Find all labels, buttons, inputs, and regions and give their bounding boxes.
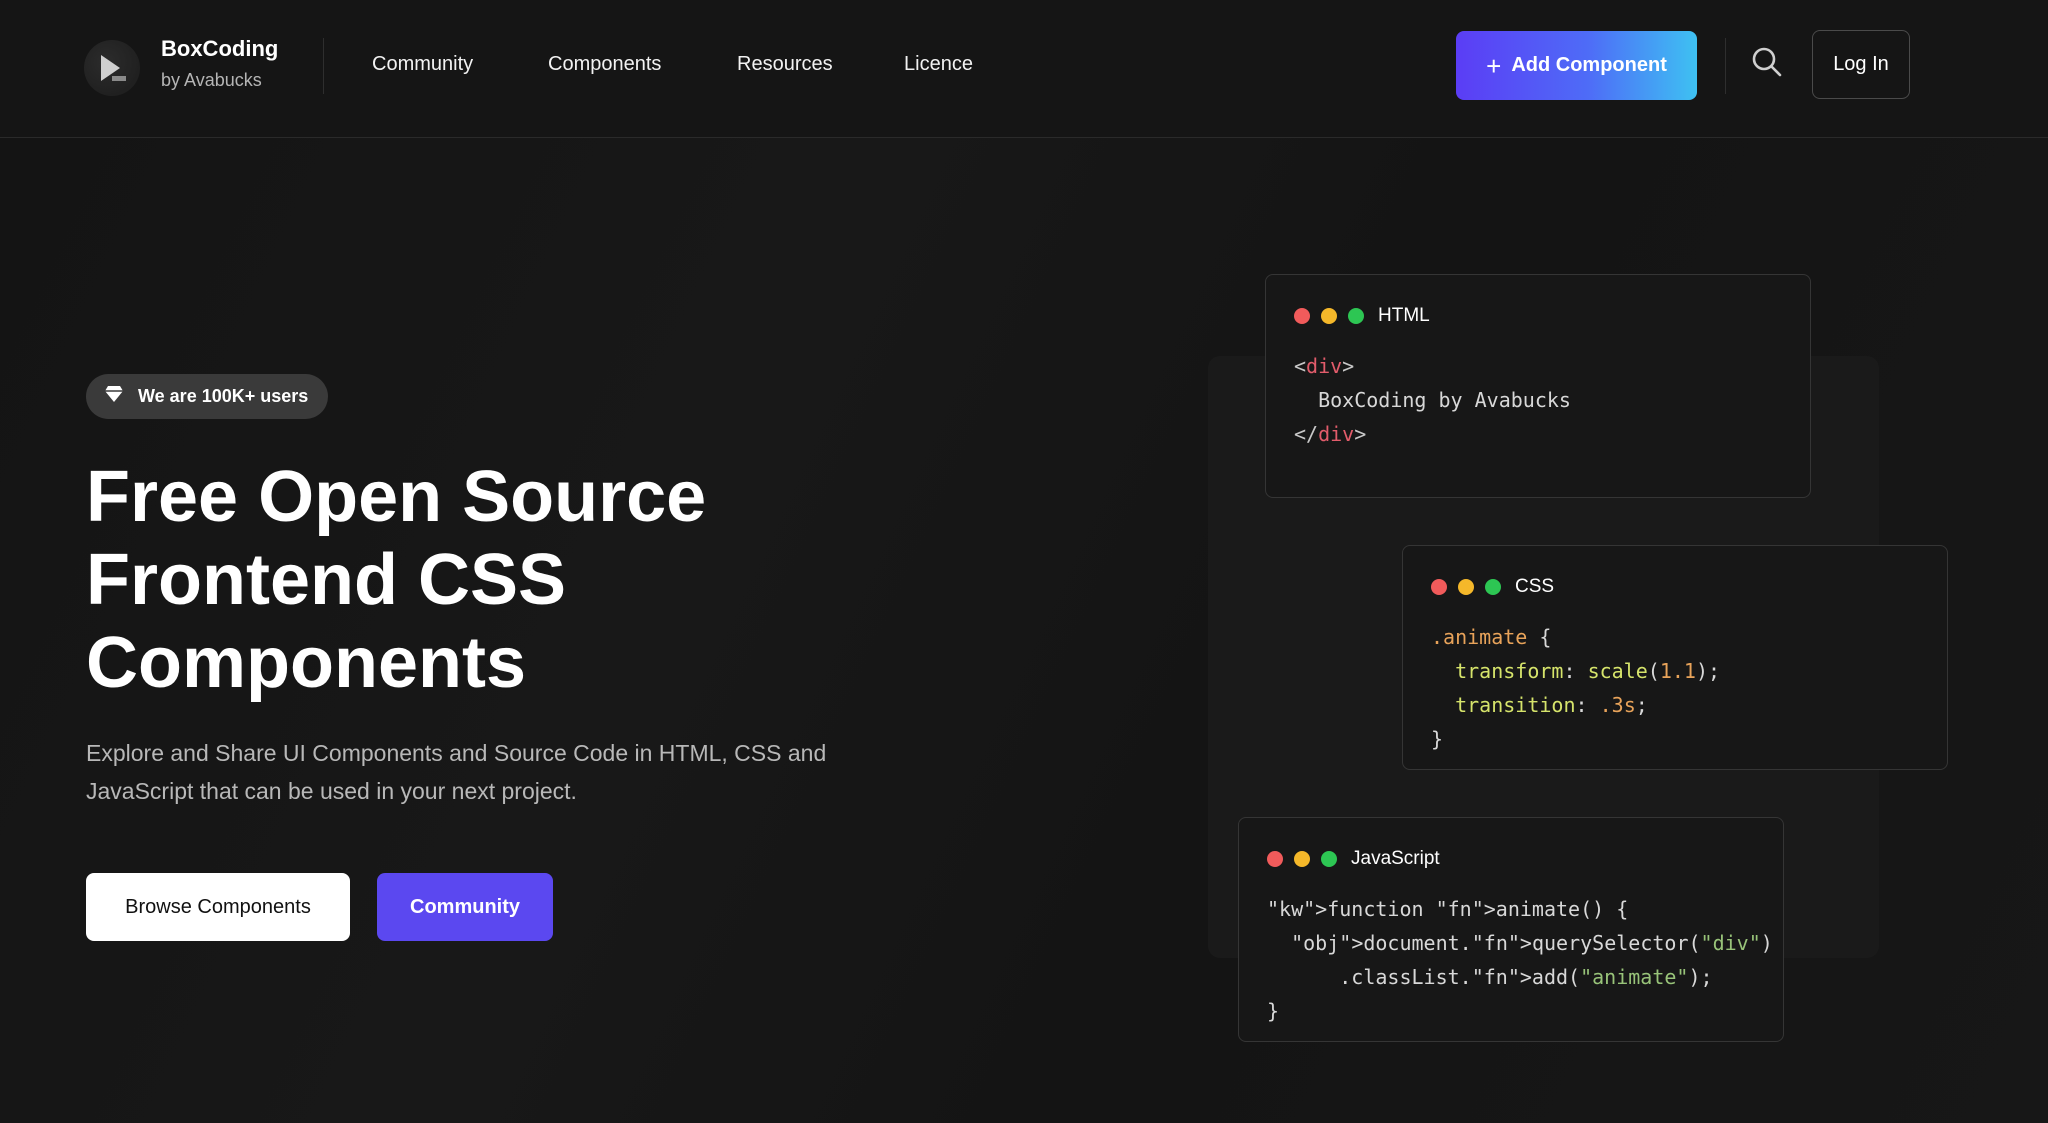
code-line: <div> [1294, 354, 1355, 378]
plus-icon: + [1486, 50, 1502, 81]
logo-icon[interactable] [84, 40, 140, 96]
add-component-button[interactable]: + Add Component [1456, 31, 1697, 100]
code-line: "obj">document."fn">querySelector("div") [1291, 931, 1773, 955]
javascript-code: "kw">function "fn">animate() { "obj">doc… [1267, 892, 1773, 1028]
nav-item-resources[interactable]: Resources [737, 53, 833, 76]
css-code: .animate { transform: scale(1.1); transi… [1431, 620, 1720, 756]
red-dot-icon [1267, 851, 1283, 867]
green-dot-icon [1321, 851, 1337, 867]
hero-title: Free Open Source Frontend CSS Components [86, 456, 846, 705]
code-line: transform: scale(1.1); [1455, 659, 1721, 683]
card-header: JavaScript [1267, 848, 1440, 870]
code-line: "kw">function "fn">animate() { [1267, 897, 1629, 921]
yellow-dot-icon [1294, 851, 1310, 867]
yellow-dot-icon [1458, 579, 1474, 595]
header-divider [323, 38, 324, 94]
hero-title-line-2: Frontend CSS [86, 540, 566, 620]
card-header: CSS [1431, 576, 1554, 598]
browse-components-button[interactable]: Browse Components [86, 873, 350, 941]
hero-title-line-3: Components [86, 623, 526, 703]
add-component-label: Add Component [1511, 54, 1667, 76]
code-line: .classList."fn">add("animate"); [1267, 965, 1713, 989]
red-dot-icon [1294, 308, 1310, 324]
header-divider-right [1725, 38, 1726, 94]
login-button[interactable]: Log In [1812, 30, 1910, 99]
yellow-dot-icon [1321, 308, 1337, 324]
top-header: BoxCoding by Avabucks Community Componen… [0, 0, 2048, 138]
code-line: } [1267, 999, 1280, 1023]
card-title: HTML [1378, 305, 1430, 326]
users-badge: We are 100K+ users [86, 374, 329, 419]
hero-description: Explore and Share UI Components and Sour… [86, 740, 827, 804]
html-code-card: HTML <div> BoxCoding by Avabucks </div> [1265, 274, 1811, 498]
diamond-icon [104, 385, 124, 408]
html-code: <div> BoxCoding by Avabucks </div> [1294, 349, 1571, 451]
nav-item-licence[interactable]: Licence [904, 53, 973, 76]
green-dot-icon [1348, 308, 1364, 324]
card-header: HTML [1294, 305, 1430, 327]
card-title: JavaScript [1351, 848, 1440, 869]
community-button[interactable]: Community [377, 873, 553, 941]
nav-item-components[interactable]: Components [548, 53, 661, 76]
red-dot-icon [1431, 579, 1447, 595]
css-code-card: CSS .animate { transform: scale(1.1); tr… [1402, 545, 1948, 770]
code-line: transition: .3s; [1455, 693, 1648, 717]
code-line: BoxCoding by Avabucks [1294, 388, 1571, 412]
brand-name[interactable]: BoxCoding [161, 36, 278, 62]
javascript-code-card: JavaScript "kw">function "fn">animate() … [1238, 817, 1784, 1042]
card-title: CSS [1515, 576, 1555, 597]
brand-subtitle: by Avabucks [161, 70, 262, 90]
search-icon[interactable] [1750, 45, 1786, 83]
code-line: .animate { [1431, 625, 1552, 649]
nav-item-community[interactable]: Community [372, 53, 473, 76]
green-dot-icon [1485, 579, 1501, 595]
hero-title-line-1: Free Open Source [86, 457, 707, 537]
badge-text: We are 100K+ users [138, 386, 309, 406]
code-line: } [1431, 727, 1444, 751]
code-line: </div> [1294, 422, 1367, 446]
